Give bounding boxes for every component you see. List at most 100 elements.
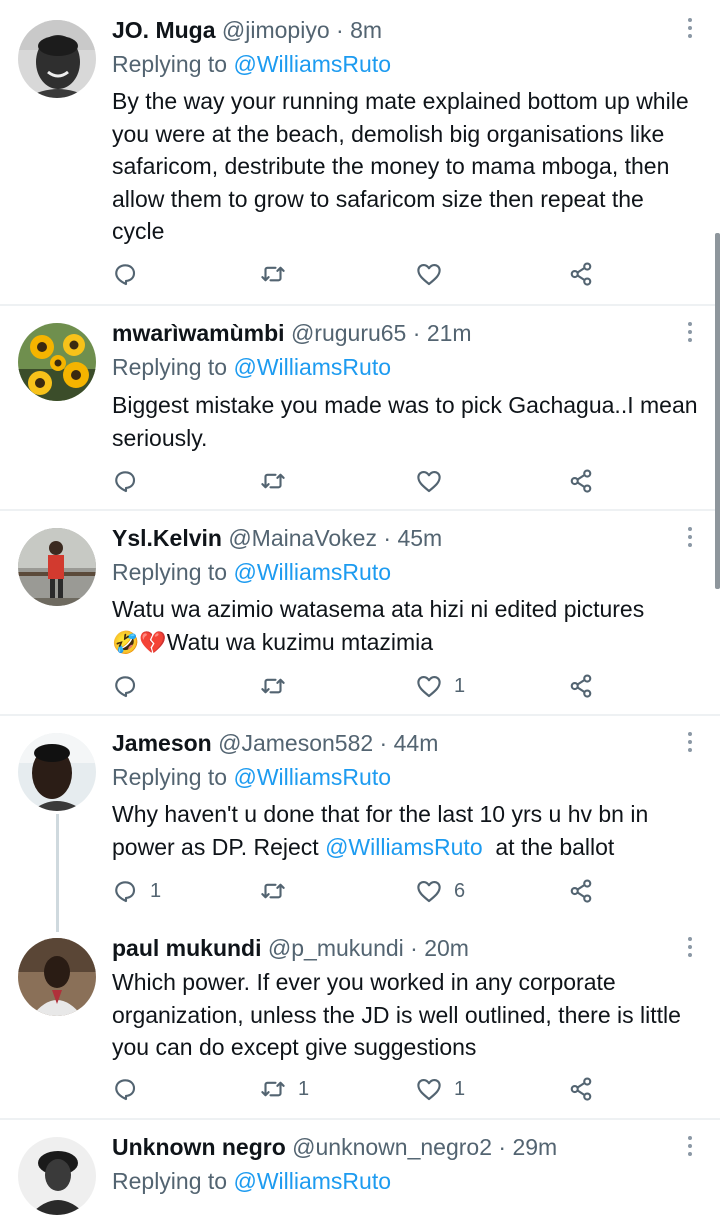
- timestamp[interactable]: 21m: [427, 320, 472, 346]
- tweet-actions: [108, 466, 608, 496]
- reply-button[interactable]: [110, 1074, 150, 1104]
- user-handle[interactable]: @unknown_negro2: [292, 1134, 492, 1160]
- retweet-icon: [261, 883, 285, 899]
- like-button[interactable]: 1: [414, 671, 465, 701]
- timestamp[interactable]: 45m: [397, 525, 442, 551]
- retweet-button[interactable]: [258, 259, 298, 289]
- avatar[interactable]: [18, 733, 96, 811]
- share-icon: [570, 674, 592, 698]
- share-button[interactable]: [566, 876, 596, 906]
- reply-feed[interactable]: JO. Muga @jimopiyo · 8m Replying to @Wil…: [0, 0, 720, 1229]
- heart-icon: [417, 675, 441, 698]
- inline-mention[interactable]: @WilliamsRuto: [325, 834, 483, 860]
- tweet-text: Biggest mistake you made was to pick Gac…: [112, 392, 698, 451]
- share-button[interactable]: [566, 259, 596, 289]
- user-handle[interactable]: @ruguru65: [291, 320, 406, 346]
- display-name[interactable]: Unknown negro: [112, 1134, 286, 1160]
- like-button[interactable]: 1: [414, 1074, 465, 1104]
- retweet-icon: [261, 266, 285, 282]
- retweet-button[interactable]: [258, 671, 298, 701]
- replying-to-mention[interactable]: @WilliamsRuto: [233, 1168, 391, 1194]
- user-handle[interactable]: @MainaVokez: [228, 525, 377, 551]
- share-button[interactable]: [566, 1074, 596, 1104]
- reply-icon: [115, 676, 136, 698]
- more-options-icon[interactable]: [686, 937, 694, 961]
- more-options-icon[interactable]: [686, 527, 694, 551]
- replying-to-mention[interactable]: @WilliamsRuto: [233, 51, 391, 77]
- avatar[interactable]: [18, 323, 96, 401]
- replying-to-prefix: Replying to: [112, 1168, 234, 1194]
- display-name[interactable]: Ysl.Kelvin: [112, 525, 222, 551]
- tweet-actions: 1: [108, 671, 608, 701]
- like-count: 1: [454, 1077, 466, 1100]
- user-handle[interactable]: @Jameson582: [218, 730, 373, 756]
- replying-to: Replying to @WilliamsRuto: [112, 761, 391, 793]
- more-options-icon[interactable]: [686, 732, 694, 756]
- tweet[interactable]: Ysl.Kelvin @MainaVokez · 45m Replying to…: [0, 511, 720, 716]
- display-name[interactable]: mwarìwamùmbi: [112, 320, 285, 346]
- tweet-text: By the way your running mate explained b…: [112, 88, 689, 244]
- timestamp[interactable]: 20m: [424, 935, 469, 961]
- display-name[interactable]: Jameson: [112, 730, 212, 756]
- heart-icon: [417, 880, 441, 903]
- tweet-actions: 1 1: [108, 1074, 608, 1104]
- share-icon: [570, 879, 592, 903]
- share-icon: [570, 1077, 592, 1101]
- reply-icon: [115, 471, 136, 493]
- timestamp[interactable]: 29m: [512, 1134, 557, 1160]
- timestamp[interactable]: 44m: [394, 730, 439, 756]
- retweet-button[interactable]: 1: [258, 1074, 309, 1104]
- heart-icon: [417, 1078, 441, 1101]
- share-icon: [570, 262, 592, 286]
- user-handle[interactable]: @jimopiyo: [222, 17, 330, 43]
- like-button[interactable]: 6: [414, 876, 465, 906]
- tweet[interactable]: paul mukundi @p_mukundi · 20m Which powe…: [0, 923, 720, 1120]
- display-name[interactable]: paul mukundi: [112, 935, 262, 961]
- heart-icon: [417, 263, 441, 286]
- reply-button[interactable]: 1: [110, 876, 161, 906]
- retweet-button[interactable]: [258, 466, 298, 496]
- more-options-icon[interactable]: [686, 18, 694, 42]
- share-icon: [570, 469, 592, 493]
- reply-icon: [115, 1079, 136, 1101]
- emoji: 🤣💔: [112, 630, 167, 656]
- more-options-icon[interactable]: [686, 1136, 694, 1160]
- tweet-text: Why haven't u done that for the last 10 …: [112, 798, 702, 863]
- avatar[interactable]: [18, 1137, 96, 1215]
- replying-to: Replying to @WilliamsRuto: [112, 556, 391, 588]
- display-name[interactable]: JO. Muga: [112, 17, 216, 43]
- more-options-icon[interactable]: [686, 322, 694, 346]
- reply-button[interactable]: [110, 466, 150, 496]
- replying-to-mention[interactable]: @WilliamsRuto: [233, 559, 391, 585]
- separator: ·: [373, 730, 394, 756]
- retweet-icon: [261, 1081, 285, 1097]
- tweet-actions: 1 6: [108, 876, 608, 906]
- replying-to-mention[interactable]: @WilliamsRuto: [233, 354, 391, 380]
- tweet[interactable]: JO. Muga @jimopiyo · 8m Replying to @Wil…: [0, 0, 720, 306]
- avatar[interactable]: [18, 938, 96, 1016]
- avatar[interactable]: [18, 528, 96, 606]
- replying-to: Replying to @WilliamsRuto: [112, 48, 391, 80]
- share-button[interactable]: [566, 466, 596, 496]
- scrollbar[interactable]: [715, 233, 720, 589]
- replying-to-prefix: Replying to: [112, 764, 234, 790]
- separator: ·: [406, 320, 427, 346]
- reply-button[interactable]: [110, 671, 150, 701]
- replying-to-mention[interactable]: @WilliamsRuto: [233, 764, 391, 790]
- tweet[interactable]: Unknown negro @unknown_negro2 · 29m Repl…: [0, 1120, 720, 1229]
- separator: ·: [329, 17, 351, 43]
- tweet[interactable]: mwarìwamùmbi @ruguru65 · 21m Replying to…: [0, 306, 720, 511]
- user-handle[interactable]: @p_mukundi: [268, 935, 404, 961]
- like-button[interactable]: [414, 259, 454, 289]
- avatar[interactable]: [18, 20, 96, 98]
- like-count: 6: [454, 879, 466, 902]
- tweet-text: Which power. If ever you worked in any c…: [112, 969, 681, 1060]
- tweet[interactable]: Jameson @Jameson582 · 44m Replying to @W…: [0, 716, 720, 932]
- retweet-button[interactable]: [258, 876, 298, 906]
- timestamp[interactable]: 8m: [350, 17, 382, 43]
- like-button[interactable]: [414, 466, 454, 496]
- reply-button[interactable]: [110, 259, 150, 289]
- reply-icon: [115, 881, 136, 903]
- share-button[interactable]: [566, 671, 596, 701]
- heart-icon: [417, 470, 441, 493]
